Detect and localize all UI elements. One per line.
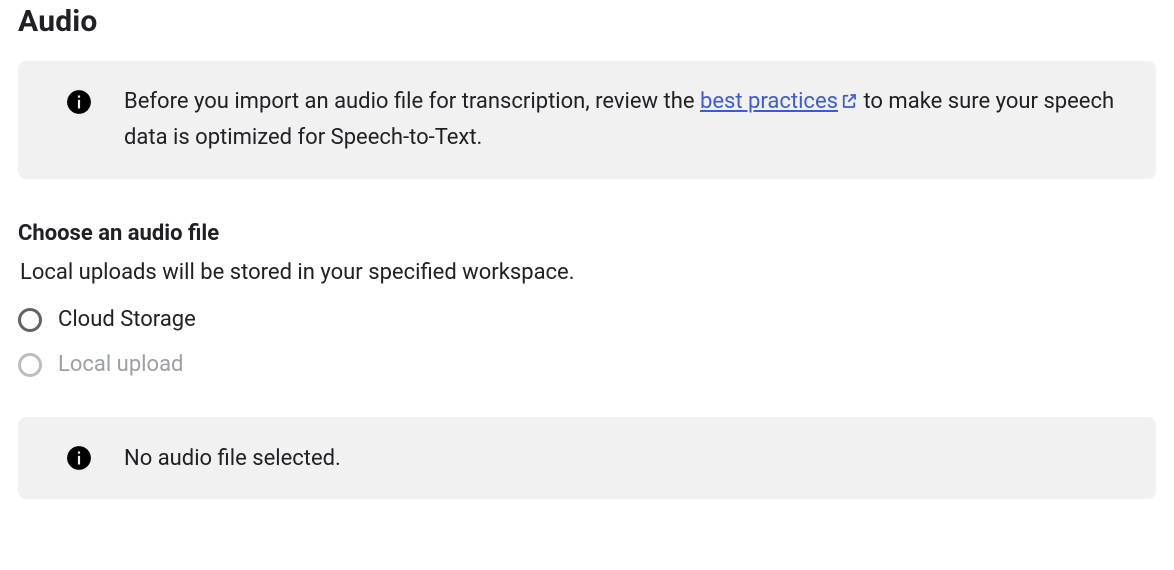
info-banner-text: Before you import an audio file for tran… [124,85,1128,155]
info-banner: Before you import an audio file for tran… [18,61,1156,179]
info-icon [66,445,92,471]
radio-cloud-storage[interactable]: Cloud Storage [18,297,1156,342]
radio-cloud-storage-label: Cloud Storage [58,307,196,332]
local-upload-hint: Local uploads will be stored in your spe… [20,260,1156,285]
no-file-selected-text: No audio file selected. [124,446,341,471]
best-practices-link[interactable]: best practices [700,89,858,114]
radio-icon [18,308,42,332]
radio-local-upload-label: Local upload [58,352,183,377]
info-text-before: Before you import an audio file for tran… [124,89,700,114]
radio-local-upload[interactable]: Local upload [18,342,1156,387]
audio-source-radio-group: Cloud Storage Local upload [18,297,1156,387]
choose-audio-subtitle: Choose an audio file [18,221,1156,246]
best-practices-link-text: best practices [700,89,838,114]
radio-icon [18,353,42,377]
no-file-selected-banner: No audio file selected. [18,417,1156,499]
info-icon [66,89,92,115]
external-link-icon [840,87,858,121]
page-title: Audio [18,4,1156,39]
